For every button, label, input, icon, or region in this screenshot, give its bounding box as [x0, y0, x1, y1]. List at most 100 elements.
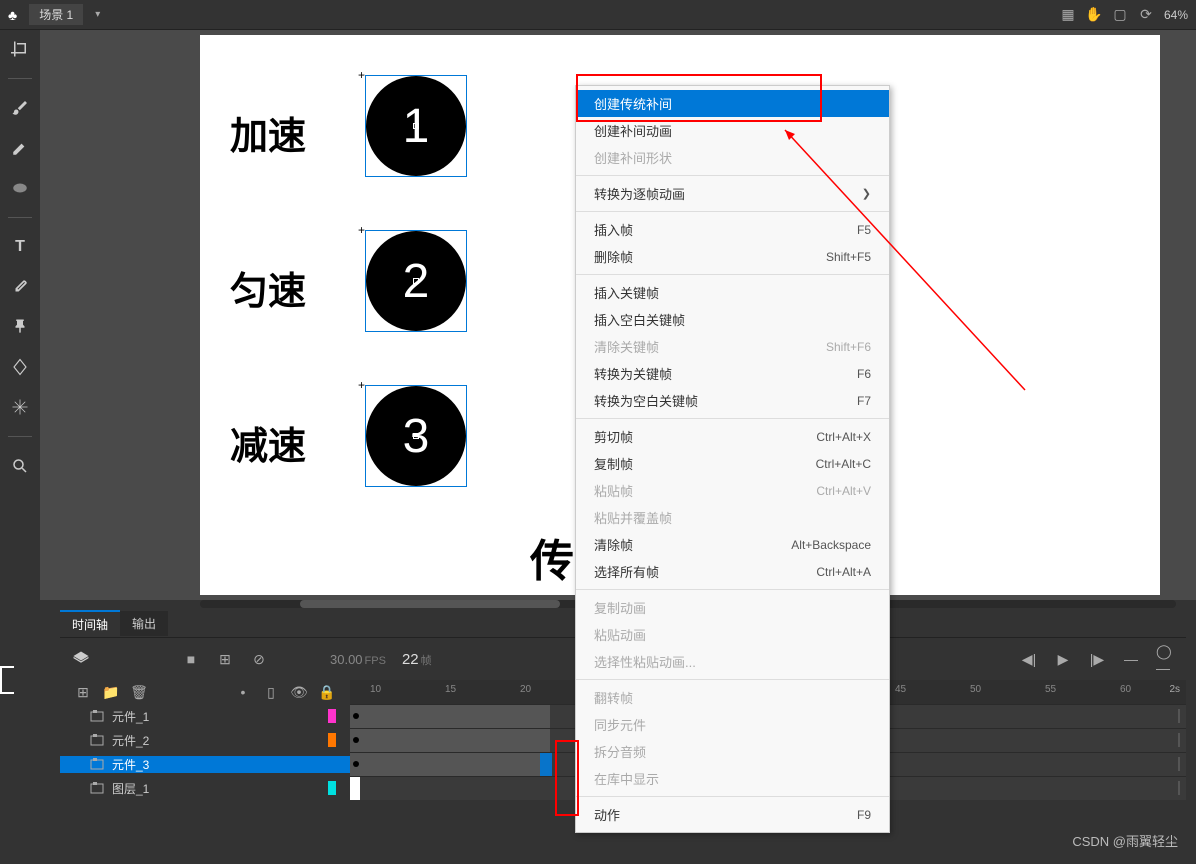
highlight-icon[interactable]: • [234, 683, 252, 701]
center-point-icon [413, 123, 419, 129]
layer-name-cell[interactable]: 元件_3 [60, 756, 350, 773]
annotation-arrow [775, 120, 1035, 400]
layer-name-cell[interactable]: 元件_2 [60, 732, 350, 749]
menu-item[interactable]: 创建传统补间 [576, 90, 889, 117]
menu-shortcut: Ctrl+Alt+A [816, 565, 871, 579]
registration-cross-icon: + [358, 68, 365, 82]
rotate-icon[interactable]: ⟳ [1138, 7, 1154, 23]
center-point-icon [413, 278, 419, 284]
layer-name-label: 图层_1 [112, 780, 149, 797]
top-bar: ♣ 场景 1 ▾ ▦ ✋ ▢ ⟳ 64% [0, 0, 1196, 30]
ruler-tick: 55 [1045, 684, 1056, 695]
time-marker: 2s [1169, 684, 1180, 695]
menu-item-label: 清除帧 [594, 535, 633, 554]
ruler-tick: 15 [445, 684, 456, 695]
scrollbar-thumb[interactable] [300, 600, 560, 608]
ellipse-tool-icon[interactable] [9, 177, 31, 199]
menu-item-label: 粘贴并覆盖帧 [594, 508, 672, 527]
step-forward-icon[interactable]: |▶ [1088, 650, 1106, 668]
scene-dropdown-icon[interactable]: ▾ [95, 9, 100, 20]
menu-item-label: 转换为关键帧 [594, 364, 672, 383]
track-end-icon [1178, 733, 1180, 747]
layer-name-cell[interactable]: 元件_1 [60, 708, 350, 725]
divider [8, 78, 32, 79]
symbol-2-box[interactable]: + 2 [365, 230, 467, 332]
layer-type-icon [90, 734, 104, 746]
clip-icon[interactable]: ▢ [1112, 7, 1128, 23]
play-icon[interactable]: ▶ [1054, 650, 1072, 668]
crop-tool-icon[interactable] [9, 38, 31, 60]
hand-icon[interactable]: ✋ [1086, 7, 1102, 23]
menu-item: 复制动画 [576, 594, 889, 621]
ruler-tick: 50 [970, 684, 981, 695]
pen-tool-icon[interactable] [9, 137, 31, 159]
scene-selector[interactable]: 场景 1 [29, 4, 83, 25]
outline-icon[interactable]: ▯ [262, 683, 280, 701]
layer-name-cell[interactable]: 图层_1 [60, 780, 350, 797]
bone-tool-icon[interactable] [9, 356, 31, 378]
keyframe-dot-icon [353, 761, 359, 767]
menu-item[interactable]: 复制帧Ctrl+Alt+C [576, 450, 889, 477]
playhead[interactable] [540, 753, 552, 776]
layer-color-marker [328, 733, 336, 747]
loop-toggle-icon[interactable]: ◯— [1156, 650, 1174, 668]
fps-value: 30.00FPS [330, 652, 386, 667]
menu-item: 同步元件 [576, 711, 889, 738]
new-layer-icon[interactable]: ⊞ [74, 683, 92, 701]
symbol-1-box[interactable]: + 1 [365, 75, 467, 177]
step-back-icon[interactable]: ◀| [1020, 650, 1038, 668]
ruler-tick: 20 [520, 684, 531, 695]
symbol-3-box[interactable]: + 3 [365, 385, 467, 487]
menu-item[interactable]: 选择所有帧 Ctrl+Alt+A [576, 558, 889, 585]
tab-output[interactable]: 输出 [120, 611, 168, 636]
menu-item-label: 拆分音频 [594, 742, 646, 761]
zoom-value[interactable]: 64% [1164, 8, 1188, 22]
zoom-tool-icon[interactable] [9, 455, 31, 477]
delete-layer-icon[interactable]: 🗑 [130, 683, 148, 701]
tab-timeline[interactable]: 时间轴 [60, 610, 120, 637]
visibility-icon[interactable]: 👁 [290, 683, 308, 701]
menu-item[interactable]: 剪切帧Ctrl+Alt+X [576, 423, 889, 450]
link-icon[interactable]: ⊘ [250, 650, 268, 668]
menu-item-label: 粘贴动画 [594, 625, 646, 644]
menu-separator [576, 679, 889, 680]
menu-item-label: 动作 [594, 805, 620, 824]
menu-item-label: 插入关键帧 [594, 283, 659, 302]
menu-item-label: 插入帧 [594, 220, 633, 239]
layers-icon[interactable] [72, 650, 90, 668]
crop-corner-icon [0, 666, 14, 694]
menu-item: 粘贴帧Ctrl+Alt+V [576, 477, 889, 504]
current-frame: 22帧 [402, 651, 432, 668]
text-tool-icon[interactable]: T [9, 236, 31, 258]
keyframe-dot-icon [353, 713, 359, 719]
menu-item-label: 创建补间形状 [594, 148, 672, 167]
layer-name-label: 元件_1 [112, 708, 149, 725]
grid-icon[interactable]: ▦ [1060, 7, 1076, 23]
layer-color-marker [328, 781, 336, 795]
loop-range-icon[interactable]: — [1122, 650, 1140, 668]
3d-tool-icon[interactable] [9, 396, 31, 418]
ruler-tick: 10 [370, 684, 381, 695]
hierarchy-icon[interactable]: ⊞ [216, 650, 234, 668]
menu-shortcut: Ctrl+Alt+X [816, 430, 871, 444]
camera-icon[interactable]: ■ [182, 650, 200, 668]
menu-item-label: 选择所有帧 [594, 562, 659, 581]
menu-item[interactable]: 清除帧 Alt+Backspace [576, 531, 889, 558]
new-folder-icon[interactable]: 📁 [102, 683, 120, 701]
frame-span [350, 729, 550, 752]
pin-tool-icon[interactable] [9, 316, 31, 338]
registration-cross-icon: + [358, 378, 365, 392]
lock-icon[interactable]: 🔒 [318, 683, 336, 701]
menu-shortcut: F9 [857, 808, 871, 822]
menu-item[interactable]: 动作 F9 [576, 801, 889, 828]
menu-shortcut: Alt+Backspace [791, 538, 871, 552]
menu-item: 在库中显示 [576, 765, 889, 792]
center-point-icon [413, 433, 419, 439]
brush-tool-icon[interactable] [9, 97, 31, 119]
label-decelerate: 减速 [230, 415, 306, 470]
watermark: CSDN @雨翼轻尘 [1072, 831, 1178, 850]
menu-item-label: 同步元件 [594, 715, 646, 734]
frame-span [350, 705, 550, 728]
layer-type-icon [90, 758, 104, 770]
eyedropper-tool-icon[interactable] [9, 276, 31, 298]
